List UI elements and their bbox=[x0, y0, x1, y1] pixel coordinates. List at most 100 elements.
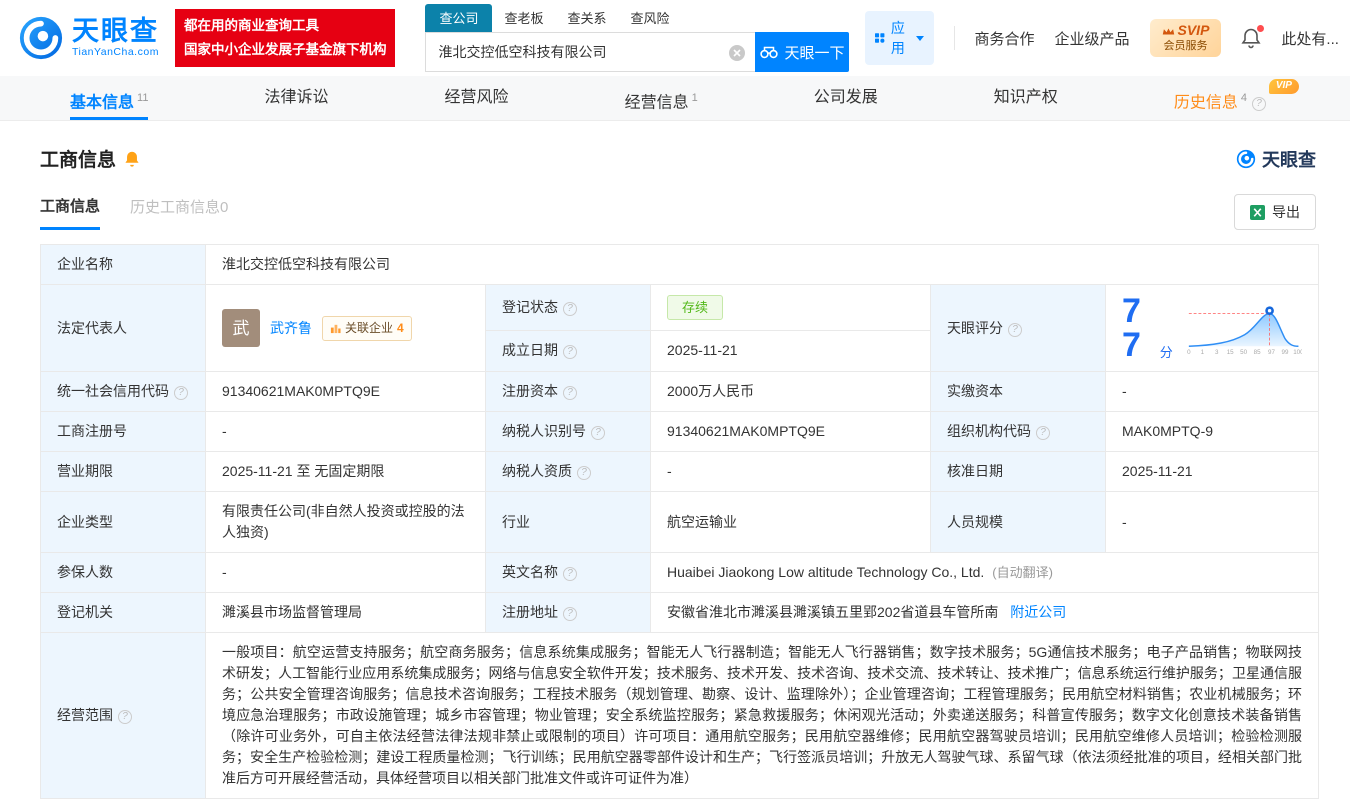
tianyancha-logo-icon bbox=[19, 16, 63, 60]
search-tab-risk[interactable]: 查风险 bbox=[619, 4, 682, 32]
tab-history-info[interactable]: 历史信息4 VIP bbox=[1174, 76, 1299, 120]
value-en-name: Huaibei Jiaokong Low altitude Technology… bbox=[649, 552, 1320, 593]
help-icon[interactable] bbox=[563, 301, 577, 316]
value-credit-code: 91340621MAK0MPTQ9E bbox=[205, 371, 486, 412]
label-en-name: 英文名称 bbox=[485, 552, 651, 593]
label-org-code: 组织机构代码 bbox=[930, 411, 1106, 452]
svip-membership-badge[interactable]: SVIP 会员服务 bbox=[1149, 19, 1222, 57]
label-address: 注册地址 bbox=[485, 592, 651, 633]
label-term: 营业期限 bbox=[40, 451, 206, 492]
score-value: 77 bbox=[1122, 292, 1141, 364]
apps-label: 应用 bbox=[890, 20, 905, 56]
en-name-text: Huaibei Jiaokong Low altitude Technology… bbox=[667, 564, 985, 580]
excel-icon bbox=[1250, 204, 1265, 220]
svip-sublabel: 会员服务 bbox=[1163, 39, 1208, 52]
label-establish-date: 成立日期 bbox=[485, 329, 651, 373]
help-icon[interactable] bbox=[563, 345, 577, 360]
tab-operating-risk[interactable]: 经营风险 bbox=[445, 76, 509, 120]
tab-development-label: 公司发展 bbox=[813, 89, 878, 106]
score-axis-label: 0 bbox=[1187, 349, 1191, 356]
value-industry: 航空运输业 bbox=[650, 491, 931, 553]
clear-search-icon[interactable] bbox=[729, 45, 746, 61]
label-text: 法定代表人 bbox=[57, 319, 127, 336]
search-tab-boss[interactable]: 查老板 bbox=[492, 4, 555, 32]
apps-grid-icon bbox=[875, 33, 885, 43]
label-company-type: 企业类型 bbox=[40, 491, 206, 553]
value-taxpayer-no: 91340621MAK0MPTQ9E bbox=[650, 411, 931, 452]
page-header: 天眼查 TianYanCha.com 都在用的商业查询工具 国家中小企业发展子基… bbox=[0, 0, 1350, 76]
tab-risk-label: 经营风险 bbox=[444, 89, 509, 106]
subtab-business-info[interactable]: 工商信息 bbox=[40, 195, 101, 230]
help-icon[interactable] bbox=[1251, 97, 1266, 112]
help-icon[interactable] bbox=[174, 386, 188, 400]
related-companies-badge[interactable]: 关联企业 4 bbox=[322, 315, 412, 341]
search-input[interactable] bbox=[426, 33, 756, 71]
value-address: 安徽省淮北市濉溪县濉溪镇五里郢202省道县车管所南 附近公司 bbox=[649, 592, 1320, 633]
logo-text-cn: 天眼查 bbox=[71, 16, 159, 47]
label-approve-date: 核准日期 bbox=[930, 451, 1106, 492]
help-icon[interactable] bbox=[577, 466, 591, 480]
score-axis-label: 1 bbox=[1200, 349, 1204, 356]
tab-legal-label: 法律诉讼 bbox=[264, 89, 329, 106]
search-tab-company[interactable]: 查公司 bbox=[425, 4, 493, 32]
tianyancha-logo[interactable]: 天眼查 TianYanCha.com bbox=[18, 15, 159, 61]
row-reg-no: 工商注册号 - 纳税人识别号 91340621MAK0MPTQ9E 组织机构代码… bbox=[40, 411, 1320, 452]
cell-legal-rep: 武 武齐鲁 关联企业 4 bbox=[205, 284, 486, 372]
search-tab-relation[interactable]: 查关系 bbox=[556, 4, 619, 32]
score-axis-label: 3 bbox=[1215, 349, 1219, 356]
subscribe-bell-icon[interactable] bbox=[123, 150, 141, 168]
watermark-logo-icon bbox=[1236, 149, 1256, 168]
tab-operating-info[interactable]: 经营信息 1 bbox=[625, 76, 698, 120]
nav-business-cooperation[interactable]: 商务合作 bbox=[974, 28, 1034, 49]
label-tyc-score: 天眼评分 bbox=[930, 284, 1106, 372]
row-company-type: 企业类型 有限责任公司(非自然人投资或控股的法人独资) 行业 航空运输业 人员规… bbox=[40, 491, 1320, 553]
value-reg-status: 存续 bbox=[650, 284, 931, 331]
label-text: 纳税人识别号 bbox=[502, 423, 586, 439]
score-axis-label: 15 bbox=[1227, 349, 1234, 356]
label-industry: 行业 bbox=[485, 491, 651, 553]
label-text: 登记机关 bbox=[57, 604, 113, 620]
nav-enterprise-products[interactable]: 企业级产品 bbox=[1054, 28, 1129, 49]
help-icon[interactable] bbox=[118, 710, 132, 724]
legal-rep-name-link[interactable]: 武齐鲁 bbox=[270, 318, 312, 339]
subtab-row: 工商信息 历史工商信息0 导出 bbox=[0, 194, 1350, 230]
tab-company-development[interactable]: 公司发展 bbox=[814, 76, 878, 120]
help-icon[interactable] bbox=[591, 426, 605, 440]
help-icon[interactable] bbox=[563, 386, 577, 400]
label-credit-code: 统一社会信用代码 bbox=[40, 371, 206, 412]
search-button[interactable]: 天眼一下 bbox=[755, 32, 850, 72]
value-authority: 濉溪县市场监督管理局 bbox=[205, 592, 486, 633]
help-icon[interactable] bbox=[1036, 426, 1050, 440]
banner-line-1: 都在用的商业查询工具 bbox=[183, 18, 319, 34]
tab-basic-info[interactable]: 基本信息 11 bbox=[70, 76, 148, 120]
chevron-down-icon bbox=[915, 35, 924, 41]
binoculars-icon bbox=[760, 46, 779, 59]
label-taxpayer-no: 纳税人识别号 bbox=[485, 411, 651, 452]
score-axis-label: 50 bbox=[1240, 349, 1247, 356]
help-icon[interactable] bbox=[563, 607, 577, 621]
label-text: 英文名称 bbox=[502, 564, 558, 580]
label-reg-capital: 注册资本 bbox=[485, 371, 651, 412]
export-button[interactable]: 导出 bbox=[1234, 194, 1316, 230]
score-axis-label: 97 bbox=[1268, 349, 1275, 356]
notification-bell[interactable] bbox=[1241, 25, 1265, 49]
help-icon[interactable] bbox=[563, 567, 577, 581]
row-term: 营业期限 2025-11-21 至 无固定期限 纳税人资质 - 核准日期 202… bbox=[40, 451, 1320, 492]
value-taxpayer-qual: - bbox=[650, 451, 931, 492]
label-text: 纳税人资质 bbox=[502, 463, 572, 479]
section-title: 工商信息 bbox=[40, 150, 117, 171]
tab-intellectual-property[interactable]: 知识产权 bbox=[994, 76, 1058, 120]
tab-legal-proceedings[interactable]: 法律诉讼 bbox=[264, 76, 328, 120]
apps-menu[interactable]: 应用 bbox=[865, 11, 934, 65]
tab-history-count: 4 bbox=[1240, 92, 1247, 104]
label-company-name: 企业名称 bbox=[40, 244, 206, 285]
help-icon[interactable] bbox=[1008, 322, 1022, 337]
label-staff-size: 人员规模 bbox=[930, 491, 1106, 553]
label-business-scope: 经营范围 bbox=[40, 632, 206, 799]
subtab-history-business-info[interactable]: 历史工商信息0 bbox=[130, 196, 228, 228]
row-legal-rep-status: 法定代表人 武 武齐鲁 关联企业 4 登记状态 存续 天眼评分 bbox=[40, 284, 1320, 372]
value-term: 2025-11-21 至 无固定期限 bbox=[205, 451, 486, 492]
nav-more-truncated[interactable]: 此处有... bbox=[1281, 28, 1339, 49]
nearby-companies-link[interactable]: 附近公司 bbox=[1010, 604, 1066, 620]
logo-text-en: TianYanCha.com bbox=[71, 46, 159, 59]
